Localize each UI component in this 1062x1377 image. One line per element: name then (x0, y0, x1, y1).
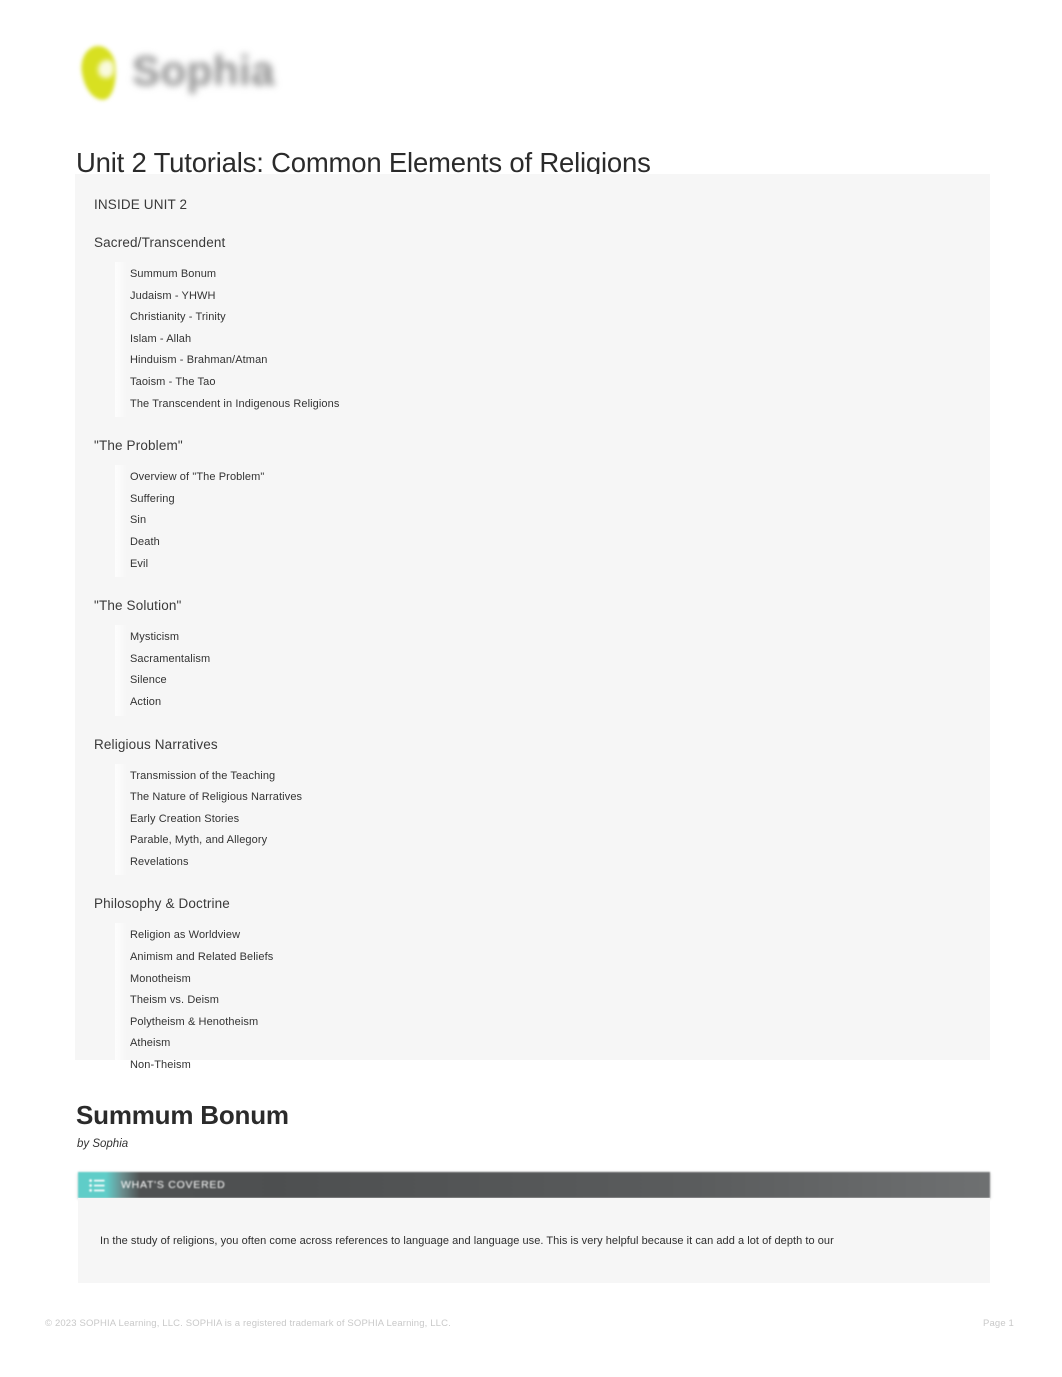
toc-item[interactable]: Polytheism & Henotheism (130, 1012, 972, 1034)
tutorial-title: Summum Bonum (76, 1099, 289, 1130)
toc-item[interactable]: Monotheism (130, 969, 972, 991)
toc-item[interactable]: Religion as Worldview (130, 925, 972, 947)
toc-item[interactable]: Taoism - The Tao (130, 372, 972, 394)
toc-item-list: Mysticism Sacramentalism Silence Action (93, 625, 972, 716)
toc-section: Sacred/Transcendent Summum Bonum Judaism… (93, 235, 972, 418)
toc-item[interactable]: Judaism - YHWH (130, 286, 972, 308)
toc-item[interactable]: Christianity - Trinity (130, 307, 972, 329)
tutorial-byline: by Sophia (77, 1138, 129, 1150)
list-icon (78, 1172, 116, 1198)
toc-item[interactable]: Sacramentalism (130, 649, 972, 671)
footer-copyright: © 2023 SOPHIA Learning, LLC. SOPHIA is a… (45, 1318, 451, 1329)
toc-item[interactable]: Islam - Allah (130, 329, 972, 351)
toc-item[interactable]: Summum Bonum (130, 264, 972, 286)
toc-inner: INSIDE UNIT 2 Sacred/Transcendent Summum… (75, 197, 990, 1079)
toc-section: Religious Narratives Transmission of the… (93, 736, 972, 876)
toc-item-list: Overview of "The Problem" Suffering Sin … (93, 465, 972, 578)
sophia-logo: Sophia (76, 38, 275, 108)
toc-item[interactable]: Hinduism - Brahman/Atman (130, 350, 972, 372)
page-footer: © 2023 SOPHIA Learning, LLC. SOPHIA is a… (0, 1318, 1062, 1342)
toc-section: Philosophy & Doctrine Religion as Worldv… (93, 896, 972, 1079)
toc-item[interactable]: Action (130, 692, 972, 714)
toc-item-list: Transmission of the Teaching The Nature … (93, 763, 972, 876)
toc-item[interactable]: Early Creation Stories (130, 809, 972, 831)
toc-section-title: "The Solution" (94, 598, 182, 614)
toc-item[interactable]: Sin (130, 510, 972, 532)
toc-item[interactable]: Evil (130, 554, 972, 576)
sophia-wordmark: Sophia (132, 47, 276, 94)
toc-item[interactable]: Parable, Myth, and Allegory (130, 830, 972, 852)
toc-item[interactable]: Death (130, 532, 972, 554)
toc-item[interactable]: Silence (130, 670, 972, 692)
footer-page-number: Page 1 (982, 1318, 1014, 1329)
toc-item[interactable]: Overview of "The Problem" (130, 467, 972, 489)
toc-item[interactable]: Transmission of the Teaching (130, 766, 972, 788)
whats-covered-label: WHAT'S COVERED (121, 1179, 226, 1191)
toc-item[interactable]: Theism vs. Deism (130, 990, 972, 1012)
toc-section-title: Religious Narratives (94, 736, 218, 752)
toc-item[interactable]: The Nature of Religious Narratives (130, 787, 972, 809)
toc-item-list: Religion as Worldview Animism and Relate… (93, 923, 972, 1079)
whats-covered-banner: WHAT'S COVERED (78, 1172, 990, 1198)
toc-item[interactable]: Suffering (130, 489, 972, 511)
inside-unit-panel: INSIDE UNIT 2 Sacred/Transcendent Summum… (75, 174, 990, 1079)
tutorial-paragraph: In the study of religions, you often com… (100, 1235, 834, 1247)
leaf-notch (98, 60, 114, 78)
toc-section-title: Sacred/Transcendent (94, 235, 226, 250)
toc-item[interactable]: The Transcendent in Indigenous Religions (130, 394, 972, 416)
sophia-leaf-icon (76, 42, 122, 104)
toc-item[interactable]: Mysticism (130, 627, 972, 649)
toc-section: "The Problem" Overview of "The Problem" … (93, 438, 972, 578)
toc-section-title: Philosophy & Doctrine (94, 896, 230, 912)
toc-item[interactable]: Non-Theism (130, 1055, 972, 1077)
toc-item[interactable]: Revelations (130, 852, 972, 874)
tutorial-content-box: In the study of religions, you often com… (78, 1198, 990, 1283)
toc-item-list: Summum Bonum Judaism - YHWH Christianity… (93, 261, 972, 418)
document-page: Sophia Unit 2 Tutorials: Common Elements… (0, 0, 1062, 1377)
toc-section-title: "The Problem" (94, 438, 183, 454)
toc-section: "The Solution" Mysticism Sacramentalism … (93, 598, 972, 716)
toc-kicker: INSIDE UNIT 2 (94, 197, 188, 212)
toc-item[interactable]: Atheism (130, 1033, 972, 1055)
toc-item[interactable]: Animism and Related Beliefs (130, 947, 972, 969)
